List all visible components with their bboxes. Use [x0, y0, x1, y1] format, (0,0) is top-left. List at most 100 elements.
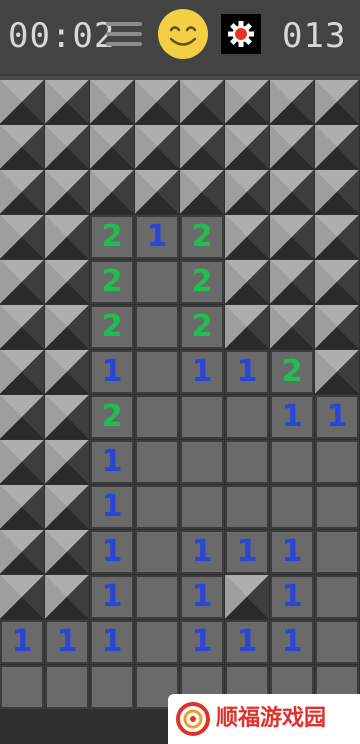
unopened-tile[interactable] [45, 170, 89, 214]
unopened-tile[interactable] [0, 395, 44, 439]
opened-number-tile[interactable]: 2 [180, 260, 224, 304]
opened-empty-tile[interactable] [180, 485, 224, 529]
opened-empty-tile[interactable] [135, 350, 179, 394]
unopened-tile[interactable] [225, 575, 269, 619]
opened-empty-tile[interactable] [135, 485, 179, 529]
opened-number-tile[interactable]: 1 [90, 350, 134, 394]
unopened-tile[interactable] [0, 485, 44, 529]
unopened-tile[interactable] [45, 530, 89, 574]
opened-empty-tile[interactable] [225, 485, 269, 529]
opened-number-tile[interactable]: 1 [270, 395, 314, 439]
hamburger-menu-icon[interactable] [106, 22, 142, 48]
unopened-tile[interactable] [45, 440, 89, 484]
unopened-tile[interactable] [135, 170, 179, 214]
opened-number-tile[interactable]: 1 [315, 395, 359, 439]
opened-empty-tile[interactable] [135, 530, 179, 574]
unopened-tile[interactable] [0, 440, 44, 484]
opened-number-tile[interactable]: 1 [270, 620, 314, 664]
opened-empty-tile[interactable] [270, 440, 314, 484]
gear-icon[interactable] [221, 14, 261, 54]
unopened-tile[interactable] [270, 260, 314, 304]
opened-number-tile[interactable]: 1 [270, 575, 314, 619]
opened-empty-tile[interactable] [135, 395, 179, 439]
opened-number-tile[interactable]: 1 [180, 620, 224, 664]
opened-empty-tile[interactable] [135, 440, 179, 484]
unopened-tile[interactable] [0, 260, 44, 304]
opened-empty-tile[interactable] [270, 485, 314, 529]
unopened-tile[interactable] [45, 215, 89, 259]
smiley-face-icon[interactable] [157, 8, 209, 60]
opened-number-tile[interactable]: 1 [0, 620, 44, 664]
opened-number-tile[interactable]: 2 [90, 260, 134, 304]
opened-number-tile[interactable]: 1 [180, 350, 224, 394]
unopened-tile[interactable] [270, 80, 314, 124]
unopened-tile[interactable] [180, 80, 224, 124]
opened-empty-tile[interactable] [135, 620, 179, 664]
opened-number-tile[interactable]: 1 [225, 350, 269, 394]
opened-empty-tile[interactable] [315, 440, 359, 484]
unopened-tile[interactable] [270, 170, 314, 214]
opened-number-tile[interactable]: 1 [180, 575, 224, 619]
unopened-tile[interactable] [270, 125, 314, 169]
opened-number-tile[interactable]: 1 [90, 620, 134, 664]
unopened-tile[interactable] [45, 125, 89, 169]
unopened-tile[interactable] [0, 530, 44, 574]
unopened-tile[interactable] [315, 305, 359, 349]
unopened-tile[interactable] [45, 305, 89, 349]
unopened-tile[interactable] [45, 485, 89, 529]
unopened-tile[interactable] [315, 170, 359, 214]
opened-empty-tile[interactable] [135, 305, 179, 349]
opened-number-tile[interactable]: 1 [225, 530, 269, 574]
opened-number-tile[interactable]: 1 [45, 620, 89, 664]
opened-number-tile[interactable]: 2 [90, 395, 134, 439]
unopened-tile[interactable] [225, 125, 269, 169]
opened-number-tile[interactable]: 1 [90, 530, 134, 574]
opened-empty-tile[interactable] [225, 440, 269, 484]
unopened-tile[interactable] [225, 215, 269, 259]
opened-empty-tile[interactable] [90, 665, 134, 709]
unopened-tile[interactable] [315, 80, 359, 124]
unopened-tile[interactable] [0, 80, 44, 124]
opened-empty-tile[interactable] [315, 485, 359, 529]
unopened-tile[interactable] [45, 260, 89, 304]
unopened-tile[interactable] [225, 305, 269, 349]
unopened-tile[interactable] [0, 215, 44, 259]
opened-empty-tile[interactable] [315, 530, 359, 574]
unopened-tile[interactable] [45, 575, 89, 619]
opened-empty-tile[interactable] [135, 260, 179, 304]
unopened-tile[interactable] [315, 350, 359, 394]
unopened-tile[interactable] [45, 350, 89, 394]
opened-empty-tile[interactable] [180, 395, 224, 439]
opened-empty-tile[interactable] [0, 665, 44, 709]
unopened-tile[interactable] [270, 215, 314, 259]
unopened-tile[interactable] [270, 305, 314, 349]
opened-number-tile[interactable]: 2 [90, 215, 134, 259]
unopened-tile[interactable] [225, 260, 269, 304]
opened-empty-tile[interactable] [45, 665, 89, 709]
unopened-tile[interactable] [225, 80, 269, 124]
unopened-tile[interactable] [180, 125, 224, 169]
opened-number-tile[interactable]: 1 [90, 485, 134, 529]
unopened-tile[interactable] [135, 125, 179, 169]
unopened-tile[interactable] [315, 260, 359, 304]
unopened-tile[interactable] [45, 80, 89, 124]
unopened-tile[interactable] [90, 170, 134, 214]
unopened-tile[interactable] [90, 80, 134, 124]
opened-number-tile[interactable]: 2 [270, 350, 314, 394]
opened-number-tile[interactable]: 2 [180, 305, 224, 349]
unopened-tile[interactable] [0, 305, 44, 349]
opened-number-tile[interactable]: 2 [90, 305, 134, 349]
unopened-tile[interactable] [315, 215, 359, 259]
opened-number-tile[interactable]: 1 [135, 215, 179, 259]
unopened-tile[interactable] [45, 395, 89, 439]
unopened-tile[interactable] [180, 170, 224, 214]
opened-empty-tile[interactable] [225, 395, 269, 439]
opened-empty-tile[interactable] [180, 440, 224, 484]
opened-number-tile[interactable]: 2 [180, 215, 224, 259]
unopened-tile[interactable] [0, 350, 44, 394]
opened-empty-tile[interactable] [315, 620, 359, 664]
unopened-tile[interactable] [225, 170, 269, 214]
unopened-tile[interactable] [0, 170, 44, 214]
opened-number-tile[interactable]: 1 [180, 530, 224, 574]
opened-number-tile[interactable]: 1 [90, 575, 134, 619]
